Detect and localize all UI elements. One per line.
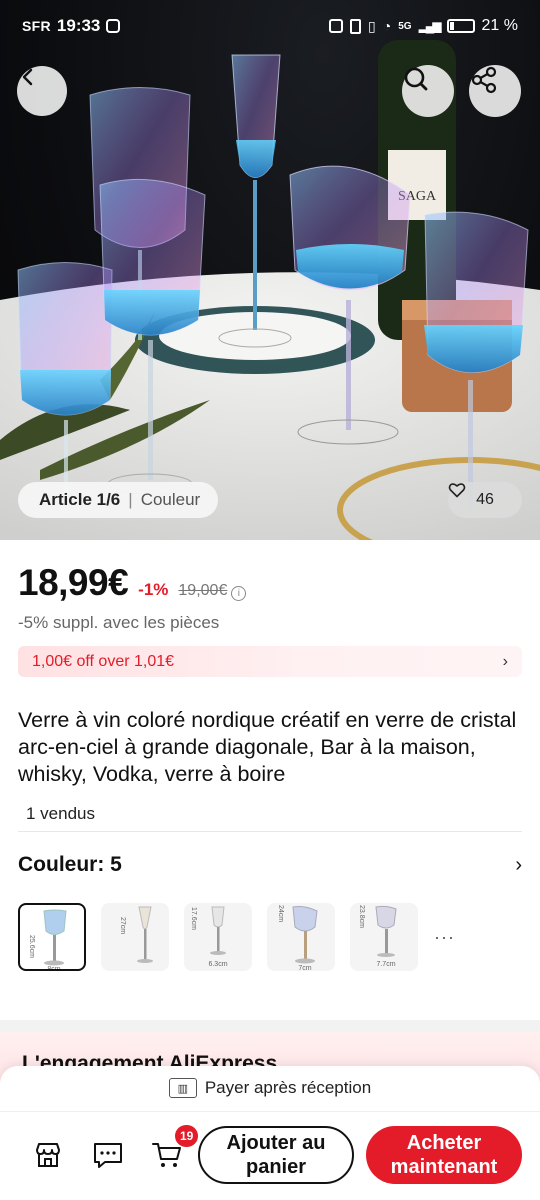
status-bar: SFR 19:33 ▯ ◔ 5G ▂▄▆ 21 % (0, 0, 540, 52)
cart-count-badge: 19 (175, 1125, 199, 1147)
vibrate-icon: ▯ (368, 17, 376, 34)
add-to-cart-button[interactable]: Ajouter au panier (198, 1126, 354, 1184)
chevron-right-icon: › (502, 652, 508, 670)
more-colors-button[interactable]: ··· (434, 927, 454, 948)
glass-thumbnail: 24cm 7cm (277, 905, 318, 971)
glass-thumbnail: 25.6cm 8cm (28, 909, 67, 971)
swatch-height: 17.6cm (190, 907, 197, 930)
battery-percent: 21 % (481, 17, 518, 34)
likes-count: 46 (476, 491, 494, 508)
swatch-width: 8cm (47, 966, 60, 971)
original-price: 19,00€ (178, 582, 228, 599)
swatch-height: 27cm (119, 917, 126, 934)
search-button[interactable] (402, 65, 454, 117)
pill-separator: | (128, 490, 133, 509)
sim-icon (350, 18, 362, 34)
current-price: 18,99€ (18, 562, 129, 603)
color-swatch[interactable]: 24cm 7cm (267, 903, 335, 971)
glass-thumbnail: 17.6cm 6.3cm (190, 906, 228, 968)
nfc-icon (329, 19, 344, 33)
color-swatch[interactable]: 17.6cm 6.3cm (184, 903, 252, 971)
pay-after-label: Payer après réception (204, 1078, 372, 1097)
color-swatches: 25.6cm 8cm 27cm 17.6cm 6.3cm 24cm 7cm 23… (18, 903, 454, 971)
chat-button[interactable] (91, 1138, 125, 1172)
pay-after-icon: ▥ (168, 1078, 197, 1098)
color-swatch[interactable]: 27cm (101, 903, 169, 971)
buy-now-button[interactable]: Acheter maintenant (366, 1126, 522, 1184)
extra-discount: -5% suppl. avec les pièces (18, 613, 220, 632)
swatch-width: 6.3cm (208, 961, 227, 968)
clock: 19:33 (56, 16, 101, 35)
discount-percent: -1% (138, 580, 169, 599)
swatch-width: 7.7cm (376, 961, 395, 968)
color-label: Couleur: 5 (18, 853, 122, 876)
image-position: Article 1/6 (39, 490, 121, 509)
section-divider (0, 1020, 540, 1032)
divider (18, 831, 522, 832)
product-title: Verre à vin coloré nordique créatif en v… (18, 708, 517, 786)
sold-count: 1 vendus (26, 804, 95, 823)
carrier-label: SFR (22, 18, 51, 34)
share-button[interactable] (469, 65, 521, 117)
chat-icon (94, 1143, 122, 1168)
store-button[interactable] (31, 1138, 65, 1172)
coupon-banner[interactable]: 1,00€ off over 1,01€ › (18, 646, 522, 677)
image-variant-pill[interactable]: Article 1/6 | Couleur (18, 482, 219, 518)
wishlist-button[interactable]: 46 (448, 482, 522, 518)
price-row: 18,99€ -1% 19,00€ i (18, 562, 247, 604)
color-selector-header[interactable]: Couleur: 5 › (18, 853, 522, 877)
signal-icon: ▂▄▆ (418, 19, 442, 33)
swatch-height: 25.6cm (28, 935, 35, 958)
instagram-notification-icon (106, 19, 121, 33)
color-swatch[interactable]: 25.6cm 8cm (18, 903, 86, 971)
battery-icon (446, 19, 475, 33)
swatch-height: 24cm (277, 905, 284, 922)
swatch-width: 7cm (298, 965, 311, 971)
chevron-right-icon: › (515, 853, 522, 876)
product-image-gallery[interactable]: SAGA SFR 19:33 ▯ ◔ 5G ▂▄▆ 21 % Article 1… (0, 0, 540, 540)
store-icon (36, 1143, 60, 1167)
coupon-text: 1,00€ off over 1,01€ (32, 652, 175, 670)
share-icon (471, 66, 497, 94)
pay-after-delivery[interactable]: ▥ Payer après réception (0, 1078, 540, 1098)
glass-thumbnail: 23.8cm 7.7cm (358, 905, 397, 968)
back-button[interactable] (17, 66, 67, 116)
back-icon (22, 68, 33, 86)
variant-label: Couleur (140, 490, 201, 509)
divider (0, 1111, 540, 1112)
glass-thumbnail: 27cm (119, 906, 153, 963)
network-type: 5G (398, 20, 412, 32)
heart-icon (448, 483, 466, 498)
search-icon (404, 67, 428, 91)
color-swatch[interactable]: 23.8cm 7.7cm (350, 903, 418, 971)
swatch-height: 23.8cm (358, 905, 365, 928)
info-icon[interactable]: i (231, 586, 247, 601)
product-photo: SAGA (0, 40, 540, 540)
wifi-icon: ◔ (382, 18, 392, 34)
